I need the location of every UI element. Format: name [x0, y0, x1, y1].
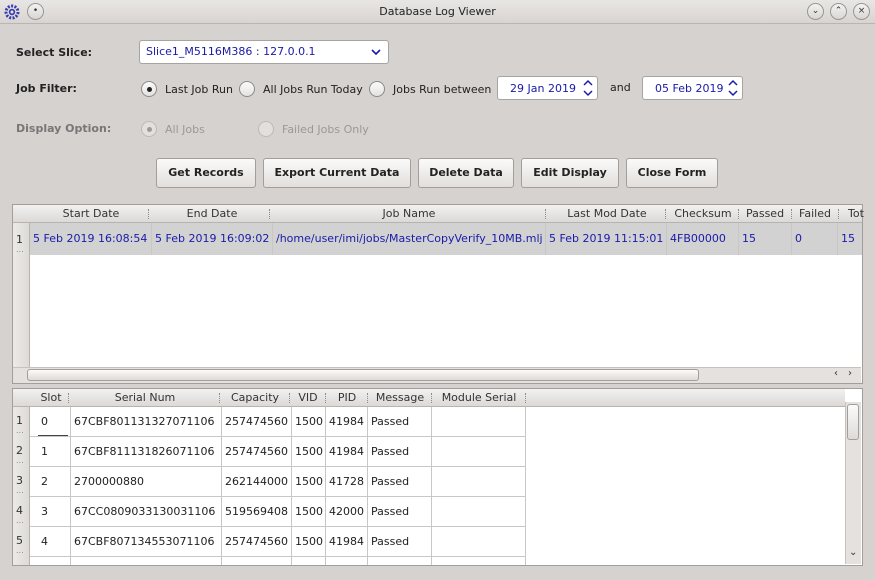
radio-button[interactable]	[239, 81, 255, 97]
edit-display-button[interactable]: Edit Display	[521, 158, 619, 188]
cell-serial-num[interactable]: 67CBF811131826071106	[70, 445, 221, 458]
chevron-up-icon[interactable]: ⌃	[830, 3, 847, 20]
column-header[interactable]: Last Mod Date	[547, 207, 667, 220]
slice-value: Slice1_M5116M386 : 127.0.0.1	[146, 45, 316, 58]
cell-capacity[interactable]: 257474560	[221, 535, 291, 548]
chevron-down-icon[interactable]: ⌄	[807, 3, 824, 20]
column-header[interactable]: Start Date	[31, 207, 151, 220]
horizontal-scrollbar[interactable]: ‹ ›	[13, 367, 861, 383]
cell-job-name[interactable]: /home/user/imi/jobs/MasterCopyVerify_10M…	[272, 232, 545, 245]
cell-pid[interactable]: 41984	[325, 445, 367, 458]
modules-table-header: Slot Serial Num Capacity VID PID Message…	[13, 389, 845, 407]
column-header[interactable]: Failed	[793, 207, 837, 220]
spinner-arrows-icon[interactable]	[727, 78, 739, 98]
chevron-down-icon[interactable]: ⌄	[849, 547, 857, 558]
scroll-thumb[interactable]	[27, 369, 699, 381]
column-header[interactable]: End Date	[152, 207, 272, 220]
slice-label: Select Slice:	[16, 46, 93, 59]
cell-total[interactable]: 15	[837, 232, 861, 245]
column-header[interactable]: Serial Num	[70, 391, 220, 404]
cell-capacity[interactable]: 257474560	[221, 415, 291, 428]
cell-slot[interactable]: 4	[37, 535, 70, 548]
row-header-column: 1 ...	[13, 223, 30, 367]
cell-vid[interactable]: 1500	[291, 505, 325, 518]
scroll-thumb[interactable]	[847, 404, 859, 440]
export-current-data-button[interactable]: Export Current Data	[263, 158, 411, 188]
row-header-column: 1 ... 2 ... 3 ... 4 ... 5 ...	[13, 407, 30, 565]
date-to-value: 05 Feb 2019	[655, 82, 724, 95]
jobs-table-header: Start Date End Date Job Name Last Mod Da…	[13, 205, 864, 223]
column-header[interactable]: Module Serial	[433, 391, 525, 404]
radio-label: All Jobs	[165, 123, 205, 136]
cell-message[interactable]: Passed	[367, 415, 431, 428]
cell-capacity[interactable]: 519569408	[221, 505, 291, 518]
window-title: Database Log Viewer	[379, 5, 496, 18]
cell-serial-num[interactable]: 2700000880	[70, 475, 221, 488]
close-form-button[interactable]: Close Form	[626, 158, 718, 188]
cell-message[interactable]: Passed	[367, 505, 431, 518]
cell-failed[interactable]: 0	[791, 232, 837, 245]
radio-button[interactable]	[369, 81, 385, 97]
chevron-down-icon	[371, 49, 381, 56]
cell-slot[interactable]: 1	[37, 445, 70, 458]
cell-pid[interactable]: 41984	[325, 415, 367, 428]
radio-label: Jobs Run between	[393, 83, 492, 96]
column-header[interactable]: Message	[369, 391, 431, 404]
spinner-arrows-icon[interactable]	[582, 78, 594, 98]
radio-label: Last Job Run	[165, 83, 233, 96]
column-header[interactable]: Slot	[31, 391, 71, 404]
column-header[interactable]: PID	[327, 391, 367, 404]
column-header[interactable]: Tot	[848, 207, 868, 220]
cell-start-date[interactable]: 5 Feb 2019 16:08:54	[29, 232, 151, 245]
radio-button[interactable]	[258, 121, 274, 137]
cell-vid[interactable]: 1500	[291, 475, 325, 488]
cell-message[interactable]: Passed	[367, 535, 431, 548]
job-filter-label: Job Filter:	[16, 82, 77, 95]
cell-pid[interactable]: 41984	[325, 535, 367, 548]
cell-pid[interactable]: 42000	[325, 505, 367, 518]
column-header[interactable]: VID	[291, 391, 325, 404]
delete-data-button[interactable]: Delete Data	[418, 158, 514, 188]
cell-passed[interactable]: 15	[738, 232, 791, 245]
close-icon[interactable]: ×	[853, 3, 870, 20]
date-from-value: 29 Jan 2019	[510, 82, 576, 95]
cell-serial-num[interactable]: 67CC0809033130031106	[70, 505, 221, 518]
title-bar: • Database Log Viewer ⌄ ⌃ ×	[0, 0, 875, 24]
cell-vid[interactable]: 1500	[291, 415, 325, 428]
cell-capacity[interactable]: 257474560	[221, 445, 291, 458]
cell-capacity[interactable]: 262144000	[221, 475, 291, 488]
date-to-spinner[interactable]: 05 Feb 2019	[642, 76, 743, 100]
cell-slot[interactable]: 0	[37, 415, 70, 428]
cell-serial-num[interactable]: 67CBF807134553071106	[70, 535, 221, 548]
slice-select[interactable]: Slice1_M5116M386 : 127.0.0.1	[139, 40, 389, 64]
chevron-left-icon[interactable]: ‹	[834, 368, 838, 379]
display-option-label: Display Option:	[16, 122, 112, 135]
cell-last-mod-date[interactable]: 5 Feb 2019 11:15:01	[545, 232, 666, 245]
vertical-scrollbar[interactable]: ⌄	[845, 402, 861, 564]
and-label: and	[610, 81, 631, 94]
chevron-right-icon[interactable]: ›	[848, 368, 852, 379]
date-from-spinner[interactable]: 29 Jan 2019	[497, 76, 598, 100]
column-header[interactable]: Checksum	[667, 207, 739, 220]
column-header[interactable]: Job Name	[273, 207, 545, 220]
cell-serial-num[interactable]: 67CBF801131327071106	[70, 415, 221, 428]
radio-label: Failed Jobs Only	[282, 123, 369, 136]
column-header[interactable]: Capacity	[221, 391, 289, 404]
cell-slot[interactable]: 3	[37, 505, 70, 518]
get-records-button[interactable]: Get Records	[156, 158, 256, 188]
radio-button[interactable]	[141, 81, 157, 97]
cell-vid[interactable]: 1500	[291, 445, 325, 458]
cell-end-date[interactable]: 5 Feb 2019 16:09:02	[151, 232, 272, 245]
column-header[interactable]: Passed	[740, 207, 790, 220]
cell-message[interactable]: Passed	[367, 475, 431, 488]
cell-slot[interactable]: 2	[37, 475, 70, 488]
cell-pid[interactable]: 41728	[325, 475, 367, 488]
cell-message[interactable]: Passed	[367, 445, 431, 458]
radio-label: All Jobs Run Today	[263, 83, 363, 96]
radio-button[interactable]	[141, 121, 157, 137]
cell-vid[interactable]: 1500	[291, 535, 325, 548]
cell-checksum[interactable]: 4FB00000	[666, 232, 738, 245]
